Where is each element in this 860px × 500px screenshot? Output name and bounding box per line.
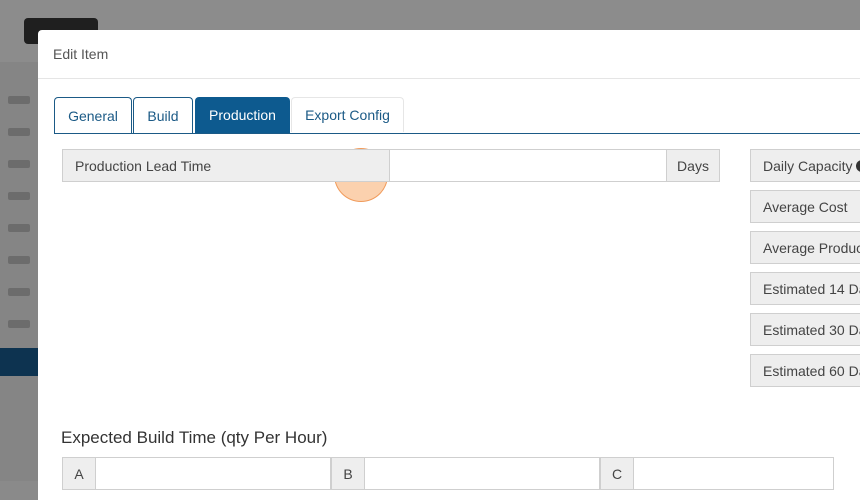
estimated-60-group: Estimated 60 Da: [750, 354, 860, 387]
tab-production[interactable]: Production: [195, 97, 290, 133]
average-cost-group: Average Cost: [750, 190, 860, 223]
estimated-14-label: Estimated 14 Da: [763, 280, 860, 297]
tab-export-config[interactable]: Export Config: [291, 97, 404, 132]
lead-time-label: Production Lead Time: [62, 149, 391, 182]
build-time-a-input[interactable]: [96, 457, 331, 490]
daily-capacity-group: Daily Capacity i: [750, 149, 860, 182]
estimated-14-group: Estimated 14 Da: [750, 272, 860, 305]
modal-header: Edit Item: [38, 30, 860, 79]
lead-time-input[interactable]: [390, 149, 666, 182]
estimated-30-group: Estimated 30 Da: [750, 313, 860, 346]
build-time-b-label: B: [331, 457, 365, 490]
tab-build[interactable]: Build: [133, 97, 193, 133]
build-time-row: A B C: [62, 457, 834, 490]
estimated-60-label: Estimated 60 Da: [763, 362, 860, 379]
app-sidebar: [0, 62, 38, 481]
tab-bar: General Build Production Export Config: [54, 97, 860, 202]
estimated-30-label: Estimated 30 Da: [763, 321, 860, 338]
build-time-c-input[interactable]: [634, 457, 834, 490]
build-time-a-label: A: [62, 457, 96, 490]
daily-capacity-label: Daily Capacity: [763, 157, 853, 174]
modal-title: Edit Item: [53, 46, 109, 62]
average-production-group: Average Product: [750, 231, 860, 264]
build-time-title: Expected Build Time (qty Per Hour): [61, 428, 328, 447]
edit-item-modal: Edit Item General Build Production Expor…: [38, 30, 860, 500]
lead-time-unit: Days: [666, 149, 720, 182]
info-icon[interactable]: i: [856, 159, 860, 172]
sidebar-active-item: [0, 348, 38, 376]
tab-general[interactable]: General: [54, 97, 132, 133]
build-time-b-input[interactable]: [365, 457, 600, 490]
build-time-c-label: C: [600, 457, 634, 490]
average-cost-label: Average Cost: [763, 198, 848, 215]
average-production-label: Average Product: [763, 239, 860, 256]
lead-time-group: Production Lead Time Days: [62, 149, 720, 182]
